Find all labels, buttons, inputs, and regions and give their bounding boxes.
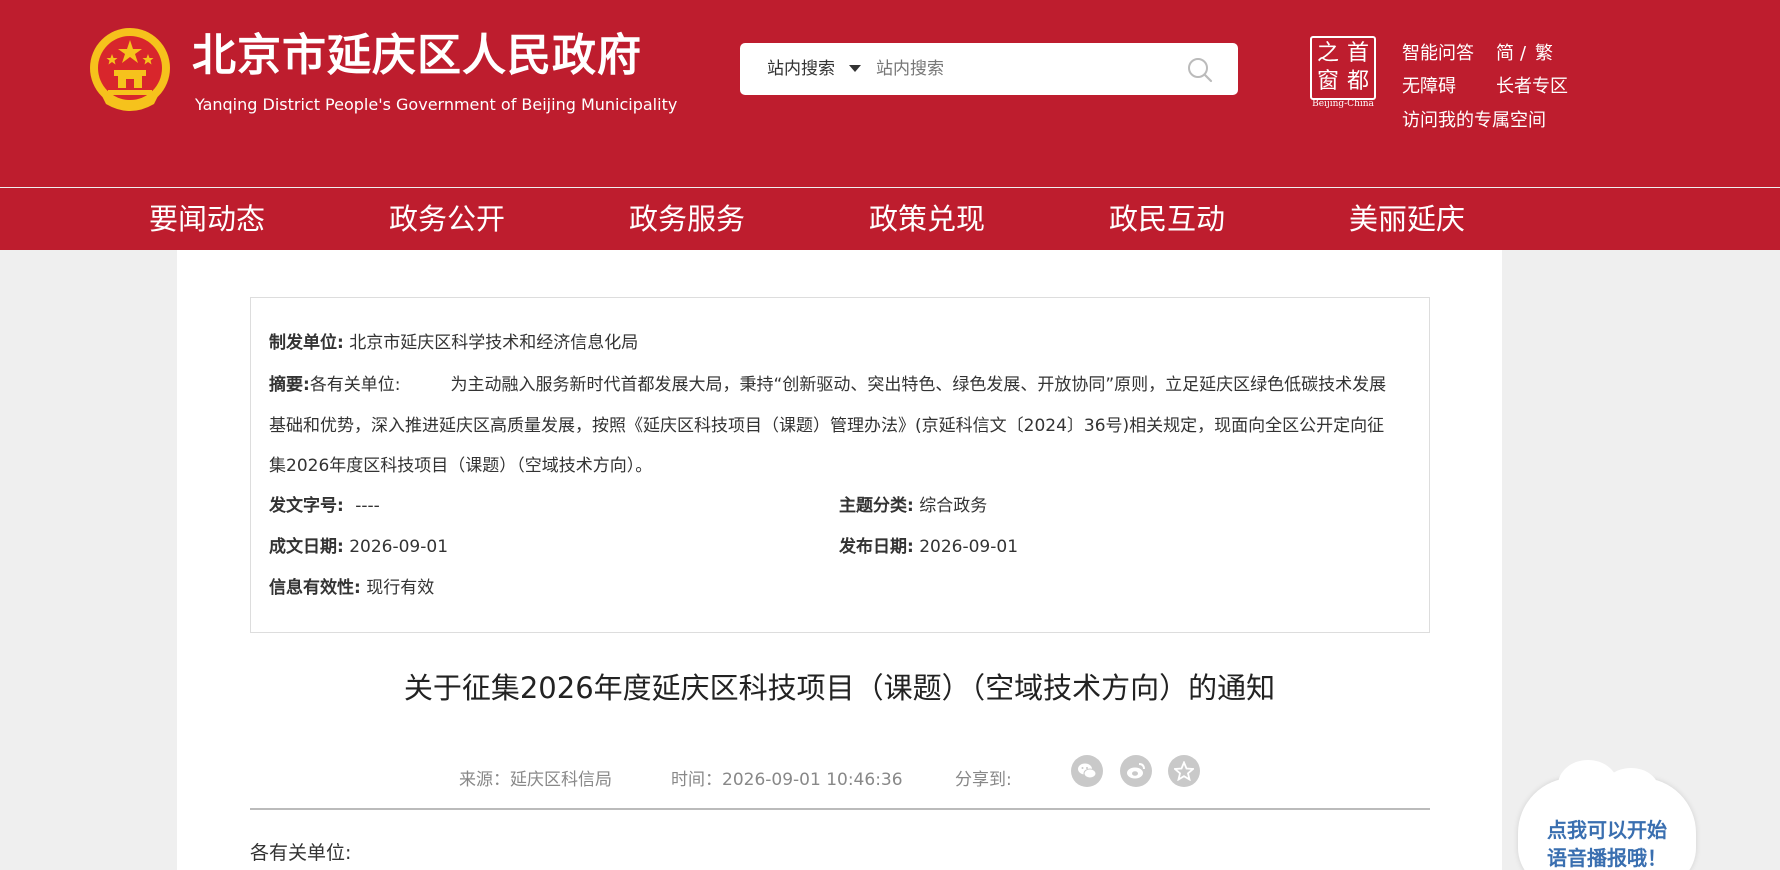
search-box: 站内搜索	[740, 43, 1238, 95]
language-separator: /	[1520, 43, 1527, 64]
personal-space-link[interactable]: 访问我的专属空间	[1402, 109, 1546, 133]
search-icon[interactable]	[1186, 56, 1214, 84]
national-emblem-icon[interactable]	[88, 24, 172, 114]
nav-item-interaction[interactable]: 政民互动	[1109, 188, 1225, 250]
publish-date-row: 发布日期: 2026-09-01	[839, 535, 1018, 559]
site-title[interactable]: 北京市延庆区人民政府	[192, 28, 642, 84]
validity-label: 信息有效性:	[269, 578, 361, 598]
written-date-value: 2026-09-01	[349, 537, 449, 557]
topic-row: 主题分类: 综合政务	[839, 494, 987, 518]
validity-row: 信息有效性: 现行有效	[269, 576, 434, 600]
publish-date-label: 发布日期:	[839, 537, 914, 557]
article-container: 制发单位: 北京市延庆区科学技术和经济信息化局 摘要:各有关单位: 为主动融入服务…	[177, 250, 1502, 870]
nav-item-services[interactable]: 政务服务	[629, 188, 745, 250]
article-time: 时间：2026-09-01 10:46:36	[671, 770, 903, 790]
search-scope-dropdown[interactable]: 站内搜索	[767, 43, 835, 95]
weibo-icon[interactable]	[1120, 755, 1152, 787]
chevron-down-icon[interactable]	[849, 65, 861, 72]
star-icon[interactable]	[1168, 755, 1200, 787]
summary-text: 为主动融入服务新时代首都发展大局，秉持“创新驱动、突出特色、绿色发展、开放协同”…	[269, 375, 1387, 476]
site-header: 北京市延庆区人民政府 Yanqing District People's Gov…	[0, 0, 1780, 187]
traditional-chinese-link[interactable]: 繁	[1535, 42, 1553, 66]
voice-broadcast-line2: 语音播报哦！	[1547, 846, 1667, 870]
title-divider	[250, 808, 1430, 810]
issuer-row: 制发单位: 北京市延庆区科学技术和经济信息化局	[269, 331, 638, 355]
issuer-value: 北京市延庆区科学技术和经济信息化局	[349, 333, 639, 353]
topic-label: 主题分类:	[839, 496, 914, 516]
publish-date-value: 2026-09-01	[919, 537, 1019, 557]
doc-number-value: ----	[355, 496, 380, 516]
capital-window-logo[interactable]: 之 首 窗 都 Beijing-China	[1310, 36, 1376, 110]
written-date-label: 成文日期:	[269, 537, 344, 557]
nav-item-gov-affairs[interactable]: 政务公开	[389, 188, 505, 250]
doc-number-label: 发文字号:	[269, 496, 344, 516]
nav-item-policy[interactable]: 政策兑现	[869, 188, 985, 250]
written-date-row: 成文日期: 2026-09-01	[269, 535, 448, 559]
validity-value: 现行有效	[366, 578, 435, 598]
summary-lead: 各有关单位:	[309, 375, 401, 395]
summary-label: 摘要:	[269, 375, 310, 395]
summary-row: 摘要:各有关单位: 为主动融入服务新时代首都发展大局，秉持“创新驱动、突出特色、绿…	[269, 365, 1399, 487]
issuer-label: 制发单位:	[269, 333, 344, 353]
elderly-zone-link[interactable]: 长者专区	[1496, 75, 1568, 99]
voice-broadcast-line1: 点我可以开始	[1547, 818, 1667, 842]
simplified-chinese-link[interactable]: 简	[1496, 42, 1514, 66]
search-input[interactable]	[876, 53, 1176, 85]
capital-logo-char: 首	[1346, 41, 1369, 66]
capital-logo-caption: Beijing-China	[1312, 99, 1374, 109]
capital-logo-char: 窗	[1316, 69, 1339, 94]
doc-number-row: 发文字号: ----	[269, 494, 380, 518]
article-title: 关于征集2026年度延庆区科技项目（课题）（空域技术方向）的通知	[403, 671, 1276, 705]
article-source: 来源：延庆区科信局	[459, 770, 612, 790]
nav-item-news[interactable]: 要闻动态	[149, 188, 265, 250]
article-body-greeting: 各有关单位:	[250, 842, 352, 864]
accessibility-link[interactable]: 无障碍	[1402, 75, 1456, 99]
nav-item-beautiful-yanqing[interactable]: 美丽延庆	[1349, 188, 1465, 250]
capital-logo-char: 之	[1316, 41, 1339, 66]
voice-broadcast-button[interactable]: 点我可以开始 语音播报哦！	[1518, 760, 1696, 870]
site-subtitle: Yanqing District People's Government of …	[195, 95, 678, 114]
share-label: 分享到:	[955, 770, 1012, 790]
wechat-icon[interactable]	[1071, 755, 1103, 787]
topic-value: 综合政务	[919, 496, 988, 516]
smart-qa-link[interactable]: 智能问答	[1402, 42, 1474, 66]
document-metadata-box: 制发单位: 北京市延庆区科学技术和经济信息化局 摘要:各有关单位: 为主动融入服务…	[250, 297, 1430, 633]
capital-logo-char: 都	[1346, 69, 1369, 94]
main-nav: 要闻动态 政务公开 政务服务 政策兑现 政民互动 美丽延庆	[0, 188, 1780, 250]
